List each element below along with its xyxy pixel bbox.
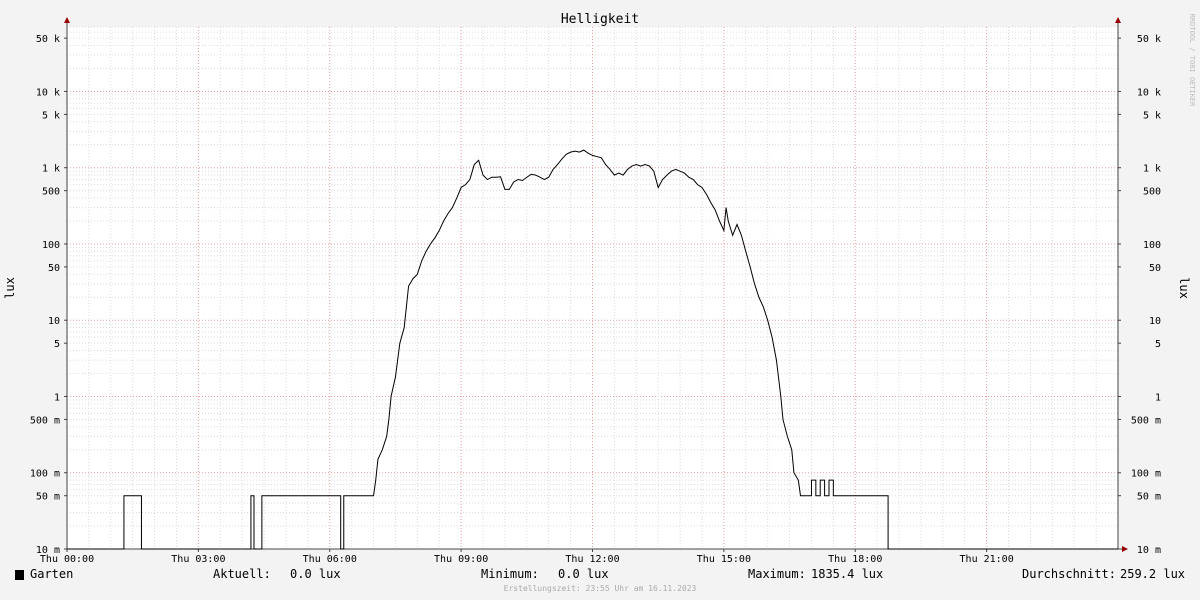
legend-maximum-value: 1835.4 lux — [811, 567, 884, 581]
y-tick-label-left: 5 — [54, 339, 60, 350]
y-tick-label-left: 50 k — [36, 34, 60, 45]
footer-timestamp: Erstellungszeit: 23:55 Uhr am 16.11.2023 — [503, 584, 697, 593]
y-tick-label-left: 5 k — [42, 110, 60, 121]
y-tick-label-left: 100 — [42, 240, 60, 251]
y-tick-label-right: 1 k — [1143, 164, 1161, 175]
legend-current-label: Aktuell: — [213, 567, 271, 581]
helligkeit-chart: Helligkeit lux lux RRDTOOL / TOBI OETIKE… — [3, 12, 1196, 565]
y-tick-label-right: 50 k — [1137, 34, 1161, 45]
y-tick-label-right: 5 k — [1143, 110, 1161, 121]
y-tick-label-right: 50 m — [1137, 492, 1161, 503]
legend-average-value: 259.2 lux — [1120, 567, 1186, 581]
legend-current-value: 0.0 lux — [290, 567, 341, 581]
rrdtool-watermark: RRDTOOL / TOBI OETIKER — [1188, 14, 1196, 108]
x-tick-label: Thu 03:00 — [171, 554, 225, 565]
y-tick-label-right: 10 k — [1137, 87, 1161, 98]
y-tick-label-right: 10 — [1149, 316, 1161, 327]
legend-minimum-label: Minimum: — [481, 567, 539, 581]
x-tick-label: Thu 09:00 — [434, 554, 488, 565]
y-tick-label-right: 50 — [1149, 263, 1161, 274]
y-tick-label-right: 10 m — [1137, 545, 1161, 556]
y-tick-label-right: 500 m — [1131, 415, 1161, 426]
y-axis-arrow-right — [1115, 17, 1121, 23]
x-tick-label: Thu 21:00 — [960, 554, 1014, 565]
x-tick-label: Thu 00:00 — [40, 554, 94, 565]
y-tick-label-left: 1 — [54, 392, 60, 403]
y-tick-label-left: 50 m — [36, 492, 60, 503]
chart-title: Helligkeit — [561, 12, 639, 27]
legend-row: Garten Aktuell: 0.0 lux Minimum: 0.0 lux… — [0, 566, 1200, 584]
y-axis-arrow-left — [64, 17, 70, 23]
y-axis-label-right: lux — [1177, 277, 1191, 299]
legend-minimum-value: 0.0 lux — [558, 567, 609, 581]
x-tick-label: Thu 06:00 — [303, 554, 357, 565]
x-tick-label: Thu 15:00 — [697, 554, 751, 565]
y-tick-label-left: 100 m — [30, 469, 60, 480]
legend-series-name: Garten — [30, 567, 74, 581]
y-tick-label-right: 100 — [1143, 240, 1161, 251]
y-tick-label-left: 50 — [48, 263, 60, 274]
y-tick-label-left: 10 — [48, 316, 60, 327]
x-axis-arrow — [1122, 546, 1128, 552]
y-tick-label-right: 100 m — [1131, 469, 1161, 480]
x-tick-label: Thu 12:00 — [565, 554, 619, 565]
legend-maximum-label: Maximum: — [748, 567, 806, 581]
y-tick-label-left: 500 m — [30, 415, 60, 426]
y-tick-label-left: 1 k — [42, 164, 60, 175]
y-tick-label-right: 500 — [1143, 187, 1161, 198]
y-axis-label-left: lux — [3, 277, 17, 299]
y-tick-label-left: 500 — [42, 187, 60, 198]
legend-average-label: Durchschnitt: — [1022, 567, 1116, 581]
x-tick-label: Thu 18:00 — [828, 554, 882, 565]
y-tick-label-right: 5 — [1155, 339, 1161, 350]
y-tick-label-left: 10 k — [36, 87, 60, 98]
y-tick-label-right: 1 — [1155, 392, 1161, 403]
